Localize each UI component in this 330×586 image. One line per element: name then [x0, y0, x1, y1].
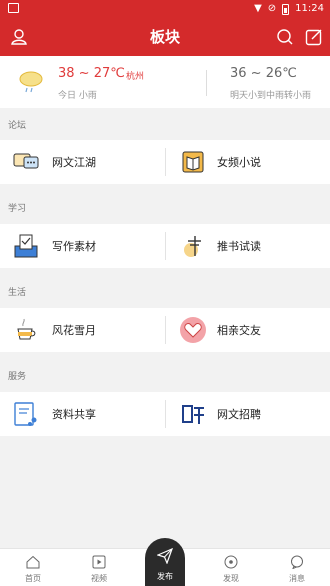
board-item-nvpin[interactable]: 女频小说 [165, 140, 330, 184]
app-header: 板块 [0, 18, 330, 56]
section-label-service: 服务 [8, 372, 27, 382]
section-label-life: 生活 [8, 288, 27, 298]
today-temperature: 38 ~ 27℃ [58, 66, 125, 81]
section-row-study: 写作素材 推书试读 [0, 224, 330, 268]
chat-icon [13, 153, 39, 169]
board-item-label: 网文江湖 [52, 156, 96, 169]
publish-button[interactable]: 发布 [145, 538, 185, 586]
recruit-icon [182, 405, 204, 424]
share-icon [14, 402, 37, 426]
tab-home[interactable]: 首页 [0, 549, 66, 586]
section-row-service: 资料共享 网文招聘 [0, 392, 330, 436]
section-label-forum: 论坛 [8, 121, 27, 131]
send-icon [157, 548, 173, 564]
heart-icon [180, 317, 206, 343]
city-name: 杭州 [126, 72, 145, 82]
tomorrow-weather-desc: 明天小到中雨转小雨 [230, 91, 312, 101]
signal-off-icon: ⊘ [267, 3, 277, 14]
board-item-recruit[interactable]: 网文招聘 [165, 392, 330, 436]
battery-icon [282, 3, 290, 15]
section-row-forum: 网文江湖 女频小说 [0, 140, 330, 184]
board-item-fenghua[interactable]: 风花雪月 [0, 308, 165, 352]
board-item-wenjianghu[interactable]: 网文江湖 [0, 140, 165, 184]
tab-label: 视频 [91, 574, 107, 583]
board-item-label: 女频小说 [217, 156, 261, 169]
board-item-recommend[interactable]: 推书试读 [165, 224, 330, 268]
today-weather-desc: 今日 小雨 [58, 91, 97, 101]
board-item-label: 相亲交友 [217, 324, 261, 337]
rain-cloud-icon [19, 71, 43, 93]
message-icon [291, 555, 303, 569]
weather-card[interactable]: 38 ~ 27℃ 杭州 今日 小雨 36 ~ 26℃ 明天小到中雨转小雨 [0, 56, 330, 108]
image-notification-icon [8, 3, 19, 13]
tomorrow-temperature: 36 ~ 26℃ [230, 66, 297, 81]
publish-label: 发布 [157, 572, 173, 581]
board-item-label: 资料共享 [52, 408, 96, 421]
book-icon [182, 151, 204, 173]
search-icon[interactable] [275, 27, 295, 47]
recommend-icon [184, 236, 201, 257]
board-item-label: 写作素材 [52, 240, 96, 253]
wifi-icon: ▼ [254, 3, 262, 14]
tab-label: 发现 [223, 574, 239, 583]
board-item-label: 网文招聘 [217, 408, 261, 421]
status-bar: ▼ ⊘ 11:24 [0, 0, 330, 18]
board-item-dating[interactable]: 相亲交友 [165, 308, 330, 352]
home-icon [26, 555, 40, 569]
section-label-study: 学习 [8, 204, 27, 214]
tea-icon [17, 318, 36, 340]
tab-message[interactable]: 消息 [264, 549, 330, 586]
tab-discover[interactable]: 发现 [198, 549, 264, 586]
weather-divider [206, 70, 207, 96]
clock-text: 11:24 [295, 3, 324, 14]
edit-icon[interactable] [304, 27, 324, 47]
writing-icon [14, 234, 38, 258]
board-item-label: 推书试读 [217, 240, 261, 253]
discover-icon [224, 555, 238, 569]
section-row-life: 风花雪月 相亲交友 [0, 308, 330, 352]
status-icons: ▼ ⊘ 11:24 [254, 2, 324, 16]
board-item-share[interactable]: 资料共享 [0, 392, 165, 436]
tab-label: 消息 [289, 574, 305, 583]
tab-label: 首页 [25, 574, 41, 583]
board-item-writing[interactable]: 写作素材 [0, 224, 165, 268]
video-icon [92, 555, 106, 569]
board-item-label: 风花雪月 [52, 324, 96, 337]
tab-video[interactable]: 视频 [66, 549, 132, 586]
